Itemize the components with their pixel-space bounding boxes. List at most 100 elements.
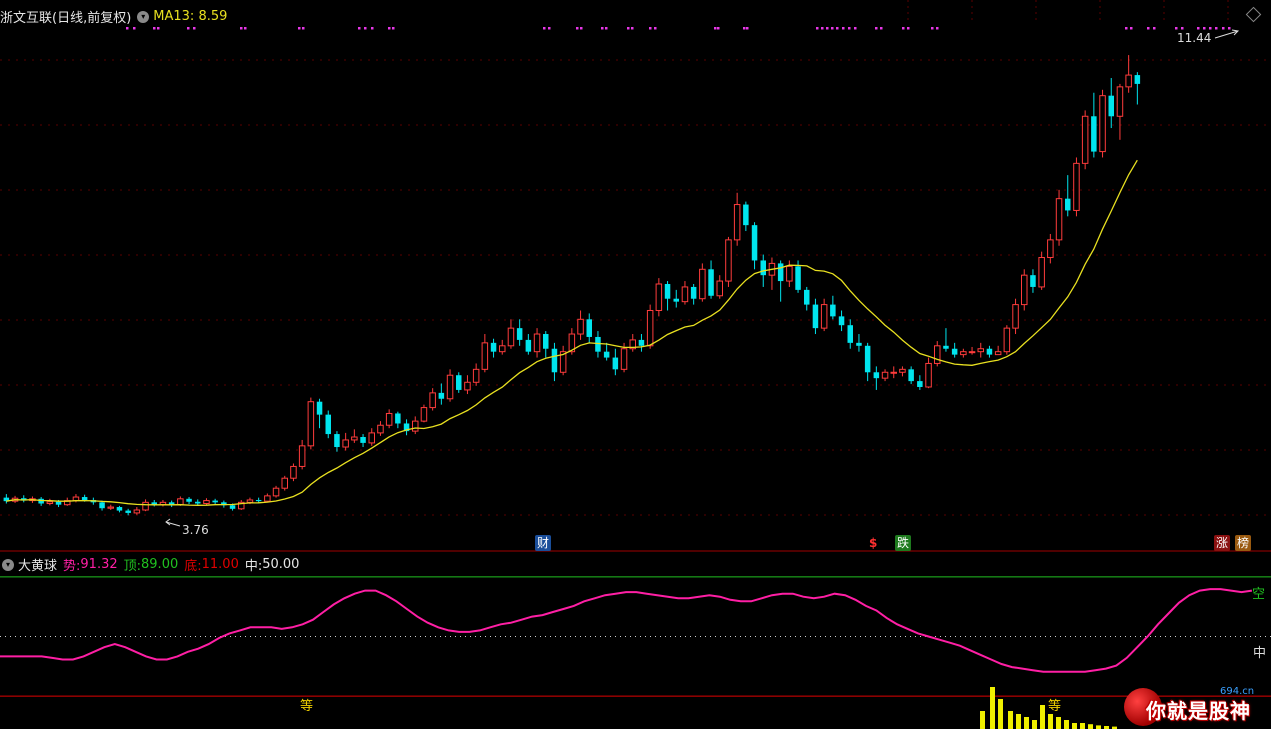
candle: [908, 366, 914, 385]
signal-dot: [388, 27, 391, 30]
candle-body: [917, 381, 923, 387]
candle: [481, 334, 489, 373]
tag-die[interactable]: 跌: [895, 535, 912, 551]
candlestick-series[interactable]: [3, 55, 1141, 516]
signal-dot: [631, 27, 634, 30]
candle-body: [925, 362, 932, 388]
signal-dot: [364, 27, 367, 30]
signal-dot: [601, 27, 604, 30]
candle: [1073, 157, 1080, 217]
signal-dot: [627, 27, 630, 30]
candle: [125, 508, 131, 516]
candle-body: [307, 401, 315, 447]
signal-dot: [831, 27, 834, 30]
deng-label-2: 等: [1048, 698, 1061, 714]
candle: [890, 366, 897, 379]
zhong-level-value: 50.00: [262, 557, 300, 572]
candle-body: [890, 371, 897, 374]
candle: [1055, 189, 1063, 246]
candle: [490, 338, 497, 358]
signal-dot: [842, 27, 845, 30]
candle: [342, 432, 349, 451]
settings-circle-icon[interactable]: ▾: [137, 10, 150, 23]
candle: [577, 310, 584, 340]
tag-cai[interactable]: 财: [535, 535, 552, 551]
candle-body: [525, 339, 532, 352]
candle-body: [464, 381, 471, 391]
candle: [1134, 72, 1141, 105]
indicator-name[interactable]: 大黄球: [18, 555, 57, 574]
tag-dollar[interactable]: $: [867, 535, 879, 551]
shi-value: 91.32: [80, 557, 118, 572]
candle: [986, 345, 993, 358]
candle: [151, 499, 157, 507]
signal-dot: [746, 27, 749, 30]
indicator-line: [0, 588, 1253, 673]
high-price-label: 11.44: [1177, 31, 1211, 45]
candle: [1081, 110, 1089, 170]
signal-dot: [1222, 27, 1225, 30]
stock-chart[interactable]: 11.44 3.76 空 中 等 等: [0, 0, 1271, 729]
candle-body: [994, 351, 1002, 356]
signal-dot: [1209, 27, 1212, 30]
candle: [812, 298, 819, 335]
candle: [429, 388, 436, 411]
indicator-settings-icon[interactable]: ▾: [2, 558, 14, 571]
candle-body: [655, 283, 663, 311]
candle-body: [804, 289, 810, 305]
watermark: 你就是股神 694.cn: [1120, 686, 1270, 728]
candle: [646, 304, 654, 349]
candle-body: [81, 497, 88, 500]
candle: [533, 328, 541, 358]
candle-body: [533, 333, 541, 353]
ding-label: 顶:: [123, 559, 142, 574]
volume-bar: [1064, 720, 1069, 729]
candle-body: [1055, 198, 1063, 241]
candle-body: [142, 501, 149, 511]
candle-body: [690, 286, 697, 299]
candle: [186, 497, 192, 505]
indicator-panel[interactable]: [0, 550, 1271, 729]
candle-body: [1073, 162, 1080, 211]
candle: [943, 328, 949, 352]
volume-bar: [1024, 717, 1029, 729]
signal-dot: [816, 27, 819, 30]
candle: [46, 498, 54, 506]
volume-bar: [1056, 717, 1061, 729]
candle: [21, 495, 27, 503]
candle-body: [272, 487, 280, 497]
candle: [316, 398, 323, 429]
volume-bar: [1008, 711, 1013, 729]
signal-dots: [126, 27, 1231, 30]
candle: [1108, 78, 1114, 129]
candle: [586, 313, 592, 343]
candle-body: [551, 348, 558, 373]
candle-body: [1012, 304, 1019, 329]
candle-body: [325, 414, 331, 435]
candle-body: [577, 318, 584, 335]
candle-body: [1125, 74, 1132, 88]
candle: [1038, 251, 1045, 290]
tag-bang[interactable]: 榜: [1235, 535, 1252, 551]
stock-title[interactable]: 浙文互联(日线,前复权): [0, 7, 131, 26]
candle: [968, 346, 976, 355]
candle: [195, 499, 201, 506]
candle-body: [1047, 239, 1054, 259]
candle: [368, 428, 375, 446]
candle: [559, 345, 567, 376]
tag-zhang[interactable]: 涨: [1214, 535, 1231, 551]
signal-dot: [826, 27, 829, 30]
signal-dot: [848, 27, 851, 30]
candle: [264, 493, 271, 503]
candle: [820, 298, 828, 332]
candle-body: [1091, 116, 1097, 152]
candle: [420, 404, 428, 423]
candle: [1125, 55, 1132, 93]
candle-body: [351, 436, 358, 441]
candle-body: [743, 204, 749, 226]
candle: [1003, 325, 1011, 355]
candle: [551, 342, 558, 382]
candle-body: [751, 225, 758, 261]
candle-body: [603, 351, 610, 358]
candle: [690, 284, 697, 305]
